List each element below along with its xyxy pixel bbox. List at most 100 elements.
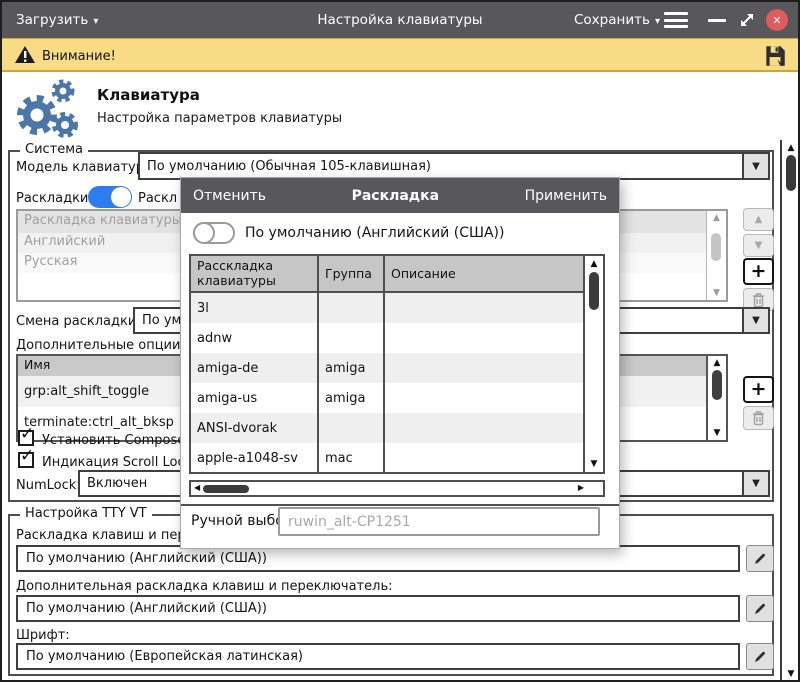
cell-group: mac [319,443,385,473]
keyboard-settings-window: Загрузить▾ Настройка клавиатуры Сохранит… [0,0,800,682]
close-icon: ✕ [772,14,781,27]
scroll-down-icon[interactable]: ▼ [708,428,726,438]
scroll-right-icon[interactable]: ▶ [578,483,584,492]
layout-switch-label: Смена раскладки: [16,314,141,329]
tty-layout-field[interactable]: По умолчанию (Английский (США)) [16,545,740,572]
layout-table-scrollbar[interactable]: ▲ ▼ [583,256,603,472]
scroll-up-icon[interactable]: ▲ [708,358,726,368]
scrollbar-thumb[interactable] [786,155,796,191]
edit-tty-layout-button[interactable] [746,545,774,572]
warning-text: Внимание! [42,49,116,64]
edit-tty-font-button[interactable] [746,643,774,670]
table-row[interactable]: ANSI-dvorak [191,413,583,443]
cell-layout: amiga-us [191,383,319,413]
arrow-down-icon: ▼ [755,240,763,251]
scroll-up-icon[interactable]: ▲ [585,259,603,269]
close-button[interactable]: ✕ [766,9,788,31]
table-row[interactable]: adnw [191,323,583,353]
cell-description [385,383,583,413]
layouts-toggle-on[interactable] [88,186,132,208]
layout-dialog-header: Отменить Раскладка Применить [181,178,619,213]
move-layout-up-button: ▲ [743,208,774,231]
save-menu-button[interactable]: Сохранить▾ [574,12,660,28]
arrow-up-icon: ▲ [755,214,763,225]
table-row[interactable]: amiga-de amiga [191,353,583,383]
scroll-up-icon[interactable]: ▲ [707,213,726,223]
scrollbar-thumb[interactable] [203,485,249,493]
toggle-knob [193,222,215,244]
column-description: Описание [385,256,583,291]
save-file-button[interactable] [762,43,788,73]
scrolllock-checkbox-label: Индикация Scroll Lock [42,455,192,470]
warning-triangle-icon [14,45,36,68]
default-layout-toggle-label: По умолчанию (Английский (США)) [245,225,504,241]
maximize-button[interactable] [738,11,756,33]
manual-select-input[interactable] [278,507,600,536]
scrollbar-corner [587,480,605,497]
dialog-title: Раскладка [352,188,439,204]
scroll-left-icon[interactable]: ◀ [194,483,200,492]
dropdown-arrow-icon[interactable]: ▼ [742,472,768,495]
scroll-down-icon[interactable]: ▼ [585,459,603,469]
scrollbar-thumb[interactable] [712,370,722,400]
table-row[interactable]: 3l [191,293,583,323]
system-group-legend: Система [20,142,88,157]
tty-group-legend: Настройка TTY VT [20,506,152,521]
hamburger-menu-icon[interactable] [664,12,688,28]
cell-layout: apple-a1048-sv [191,443,319,473]
dropdown-arrow-icon[interactable]: ▼ [742,154,768,178]
pencil-icon [752,649,768,665]
titlebar: Загрузить▾ Настройка клавиатуры Сохранит… [2,2,798,38]
dropdown-arrow-icon[interactable]: ▼ [742,309,768,332]
minimize-button[interactable] [708,19,726,22]
add-layout-button[interactable]: + [743,258,774,285]
cell-description [385,353,583,383]
default-layout-toggle-off[interactable] [193,222,235,244]
move-layout-down-button: ▼ [743,234,774,257]
keyboard-model-value: По умолчанию (Обычная 105-клавишная) [140,154,742,178]
table-row[interactable]: amiga-us amiga [191,383,583,413]
scroll-down-icon[interactable]: ▼ [782,669,800,679]
scroll-down-icon[interactable]: ▼ [707,288,726,298]
scroll-up-icon[interactable]: ▲ [782,143,800,153]
cancel-button[interactable]: Отменить [193,188,266,204]
delete-option-button [743,406,774,430]
cell-layout: adnw [191,323,319,353]
numlock-label: NumLock: [16,478,81,493]
table-row-partial [191,473,583,474]
layouts-toggle-text: Раскл [138,191,177,206]
cell-group [319,293,385,323]
keyboard-model-select[interactable]: По умолчанию (Обычная 105-клавишная) ▼ [138,152,770,180]
layout-table-hscrollbar[interactable]: ◀ ▶ [189,480,589,497]
extra-options-label: Дополнительные опции: [16,338,185,353]
options-table-scrollbar[interactable]: ▲ ▼ [706,356,726,440]
plus-icon: + [751,380,767,399]
cell-group [319,413,385,443]
tty-layout-label: Раскладка клавиш и пер [16,528,186,543]
tty-extra-layout-field[interactable]: По умолчанию (Английский (США)) [16,595,740,622]
column-layout: Расскладка клавиатуры [191,256,319,291]
layout-table: Расскладка клавиатуры Группа Описание 3l… [189,254,605,474]
cell-description [385,443,583,473]
scrollbar-thumb[interactable] [589,272,599,310]
cell-group: amiga [319,353,385,383]
cell-layout: ANSI-dvorak [191,413,319,443]
pencil-icon [752,601,768,617]
layouts-list-scrollbar[interactable]: ▲ ▼ [706,211,726,300]
table-row[interactable]: apple-a1048-sv mac [191,443,583,473]
caret-down-icon: ▾ [655,16,660,27]
main-scrollbar[interactable]: ▲ ▼ [780,140,800,682]
cell-layout: 3l [191,293,319,323]
tty-font-field[interactable]: По умолчанию (Европейская латинская) [16,643,740,670]
edit-tty-extra-layout-button[interactable] [746,595,774,622]
trash-icon [751,292,766,308]
compose-checkbox-label: Установить Compose [42,433,185,448]
layout-dialog: Отменить Раскладка Применить По умолчани… [180,177,620,549]
page-subtitle: Настройка параметров клавиатуры [97,111,342,126]
add-option-button[interactable]: + [743,376,774,403]
layout-table-header: Расскладка клавиатуры Группа Описание [191,256,583,293]
cell-layout [191,473,319,474]
apply-button[interactable]: Применить [525,188,607,204]
scrollbar-thumb[interactable] [711,233,721,261]
cell-description [385,293,583,323]
